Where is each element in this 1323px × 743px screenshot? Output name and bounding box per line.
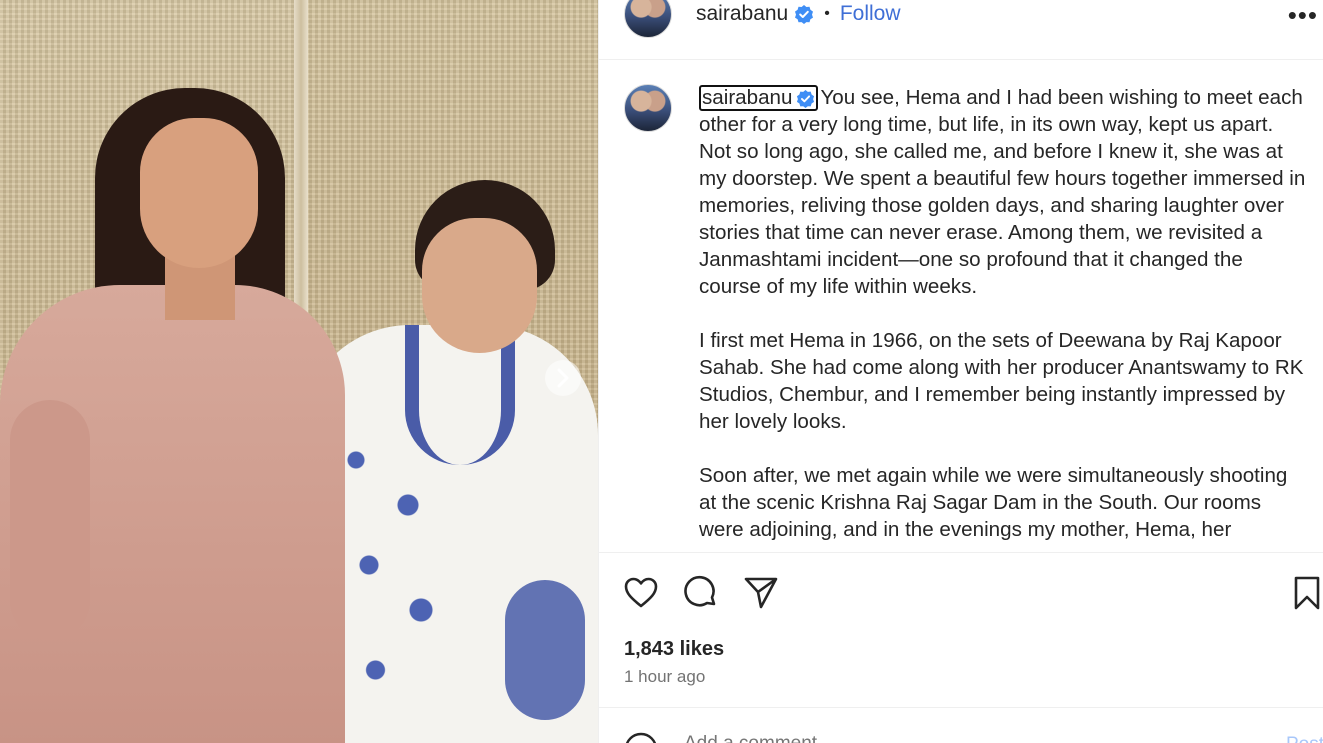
more-options-button[interactable]: •••: [1288, 0, 1318, 31]
heart-icon[interactable]: [623, 575, 659, 611]
emoji-icon[interactable]: [624, 732, 658, 743]
caption-avatar[interactable]: [624, 84, 672, 132]
comment-bar: Post: [599, 707, 1323, 743]
post-header: sairabanu • Follow •••: [599, 0, 1323, 60]
follow-button[interactable]: Follow: [840, 2, 901, 26]
caption-username-link[interactable]: sairabanu: [699, 85, 819, 111]
carousel-next-button[interactable]: [545, 360, 581, 396]
woman-left-arm: [10, 400, 90, 640]
bookmark-icon[interactable]: [1289, 575, 1323, 611]
woman-right-face: [422, 218, 537, 353]
caption-username: sairabanu: [702, 86, 793, 109]
comment-input[interactable]: [684, 734, 1204, 743]
header-user-row: sairabanu • Follow: [696, 2, 901, 26]
send-icon[interactable]: [743, 575, 779, 611]
post-side-panel: sairabanu • Follow ••• sairabanu You see,…: [598, 0, 1323, 743]
verified-badge-icon: [797, 89, 815, 108]
action-bar: 1,843 likes 1 hour ago: [599, 552, 1323, 717]
dress-sleeve: [505, 580, 585, 720]
separator-dot: •: [824, 5, 830, 22]
avatar[interactable]: [624, 0, 672, 38]
woman-left-face: [140, 118, 258, 268]
post-timestamp[interactable]: 1 hour ago: [624, 667, 705, 687]
header-username[interactable]: sairabanu: [696, 2, 788, 26]
dress-embroidery: [330, 430, 460, 730]
caption-text-block: sairabanu You see, Hema and I had been wi…: [699, 84, 1309, 543]
caption-section: sairabanu You see, Hema and I had been wi…: [599, 60, 1323, 552]
verified-badge-icon: [795, 5, 814, 24]
post-comment-button[interactable]: Post: [1286, 734, 1323, 743]
caption-body: You see, Hema and I had been wishing to …: [699, 86, 1306, 541]
comment-icon[interactable]: [683, 575, 719, 611]
likes-count[interactable]: 1,843 likes: [624, 638, 724, 661]
post-photo[interactable]: [0, 0, 598, 743]
chevron-right-icon: [557, 368, 569, 388]
